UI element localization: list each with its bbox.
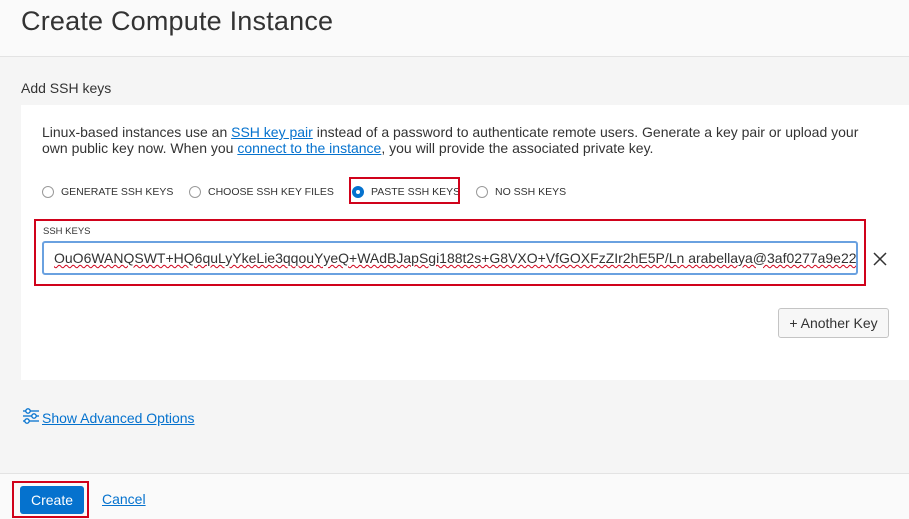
ssh-key-pair-link[interactable]: SSH key pair (231, 124, 313, 140)
connect-instance-link[interactable]: connect to the instance (237, 140, 381, 156)
create-button[interactable]: Create (20, 486, 84, 514)
selected-option-highlight (349, 177, 460, 204)
page-header: Create Compute Instance (0, 0, 909, 57)
show-advanced-options-link[interactable]: Show Advanced Options (21, 406, 195, 431)
ssh-keys-input-value: OuO6WANQSWT+HQ6quLyYkeLie3qqouYyeQ+WAdBJ… (54, 250, 857, 266)
radio-generate-ssh-keys[interactable]: GENERATE SSH KEYS (42, 180, 173, 204)
description-text-1: Linux-based instances use an (42, 124, 232, 140)
remove-key-close-icon[interactable] (871, 250, 889, 268)
add-another-key-button[interactable]: + Another Key (778, 308, 889, 338)
text-caret (857, 250, 858, 268)
radio-circle (189, 186, 201, 198)
cancel-link[interactable]: Cancel (102, 491, 146, 507)
sliders-icon (21, 406, 42, 431)
ssh-keys-field-group: SSH KEYS OuO6WANQSWT+HQ6quLyYkeLie3qqouY… (34, 219, 866, 286)
radio-label: CHOOSE SSH KEY FILES (208, 186, 334, 198)
ssh-description: Linux-based instances use an SSH key pai… (42, 124, 882, 156)
radio-no-ssh-keys[interactable]: NO SSH KEYS (476, 180, 566, 204)
description-text-3: , you will provide the associated privat… (381, 140, 654, 156)
radio-choose-ssh-key-files[interactable]: CHOOSE SSH KEY FILES (189, 180, 334, 204)
ssh-keys-input[interactable]: OuO6WANQSWT+HQ6quLyYkeLie3qqouYyeQ+WAdBJ… (42, 241, 858, 275)
radio-circle (42, 186, 54, 198)
ssh-keys-field-label: SSH KEYS (43, 226, 91, 237)
show-advanced-options-label: Show Advanced Options (42, 410, 195, 426)
page-title: Create Compute Instance (21, 6, 334, 36)
ssh-section-label: Add SSH keys (21, 80, 112, 96)
radio-label: NO SSH KEYS (495, 186, 567, 198)
radio-label: GENERATE SSH KEYS (61, 186, 174, 198)
radio-circle (476, 186, 488, 198)
